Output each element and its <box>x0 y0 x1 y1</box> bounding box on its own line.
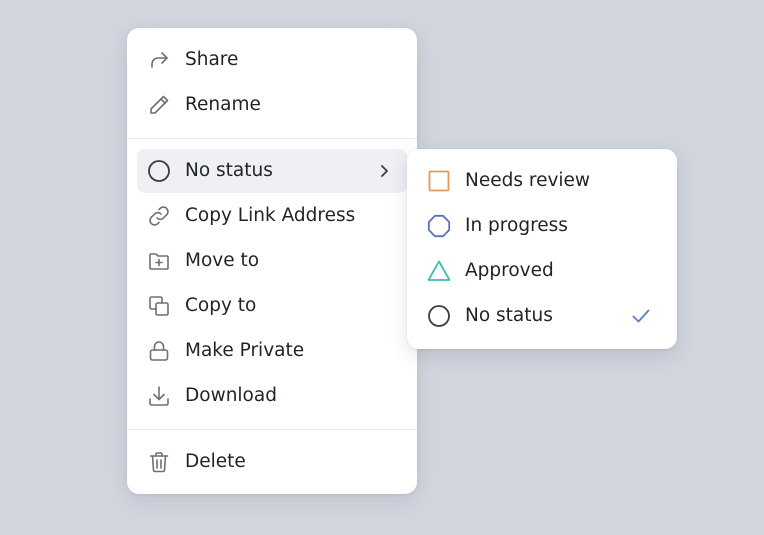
menu-item-label: No status <box>185 160 273 181</box>
lock-icon <box>147 339 171 363</box>
menu-item-copy-link[interactable]: Copy Link Address <box>137 194 407 238</box>
circle-icon <box>147 159 171 183</box>
status-option-label: In progress <box>465 215 568 236</box>
trash-icon <box>147 450 171 474</box>
triangle-icon <box>427 259 451 283</box>
status-option-no-status[interactable]: No status <box>417 294 667 338</box>
status-option-needs-review[interactable]: Needs review <box>417 159 667 203</box>
menu-item-label: Share <box>185 49 239 70</box>
status-option-label: Approved <box>465 260 554 281</box>
menu-item-move-to[interactable]: Move to <box>137 239 407 283</box>
share-icon <box>147 48 171 72</box>
chevron-right-icon <box>375 162 393 180</box>
menu-item-label: Rename <box>185 94 261 115</box>
checkmark-icon <box>631 306 651 326</box>
menu-item-share[interactable]: Share <box>137 38 407 82</box>
octagon-icon <box>427 214 451 238</box>
menu-item-label: Copy Link Address <box>185 205 356 226</box>
divider <box>127 429 417 430</box>
menu-item-label: Move to <box>185 250 260 271</box>
context-menu: Share Rename No status Copy Link Address… <box>127 28 417 494</box>
menu-item-label: Copy to <box>185 295 257 316</box>
menu-item-download[interactable]: Download <box>137 374 407 418</box>
download-icon <box>147 384 171 408</box>
square-icon <box>427 169 451 193</box>
link-icon <box>147 204 171 228</box>
menu-item-label: Delete <box>185 451 246 472</box>
menu-item-label: Download <box>185 385 277 406</box>
menu-item-copy-to[interactable]: Copy to <box>137 284 407 328</box>
menu-item-label: Make Private <box>185 340 305 361</box>
divider <box>127 138 417 139</box>
canvas: Share Rename No status Copy Link Address… <box>0 0 764 535</box>
status-option-approved[interactable]: Approved <box>417 249 667 293</box>
menu-item-status[interactable]: No status <box>137 149 407 193</box>
status-option-label: Needs review <box>465 170 591 191</box>
pencil-icon <box>147 93 171 117</box>
menu-item-delete[interactable]: Delete <box>137 440 407 484</box>
menu-item-rename[interactable]: Rename <box>137 83 407 127</box>
circle-icon <box>427 304 451 328</box>
status-option-label: No status <box>465 305 553 326</box>
status-submenu: Needs review In progress Approved No sta… <box>407 149 677 349</box>
copy-icon <box>147 294 171 318</box>
status-option-in-progress[interactable]: In progress <box>417 204 667 248</box>
folder-plus-icon <box>147 249 171 273</box>
menu-item-make-private[interactable]: Make Private <box>137 329 407 373</box>
